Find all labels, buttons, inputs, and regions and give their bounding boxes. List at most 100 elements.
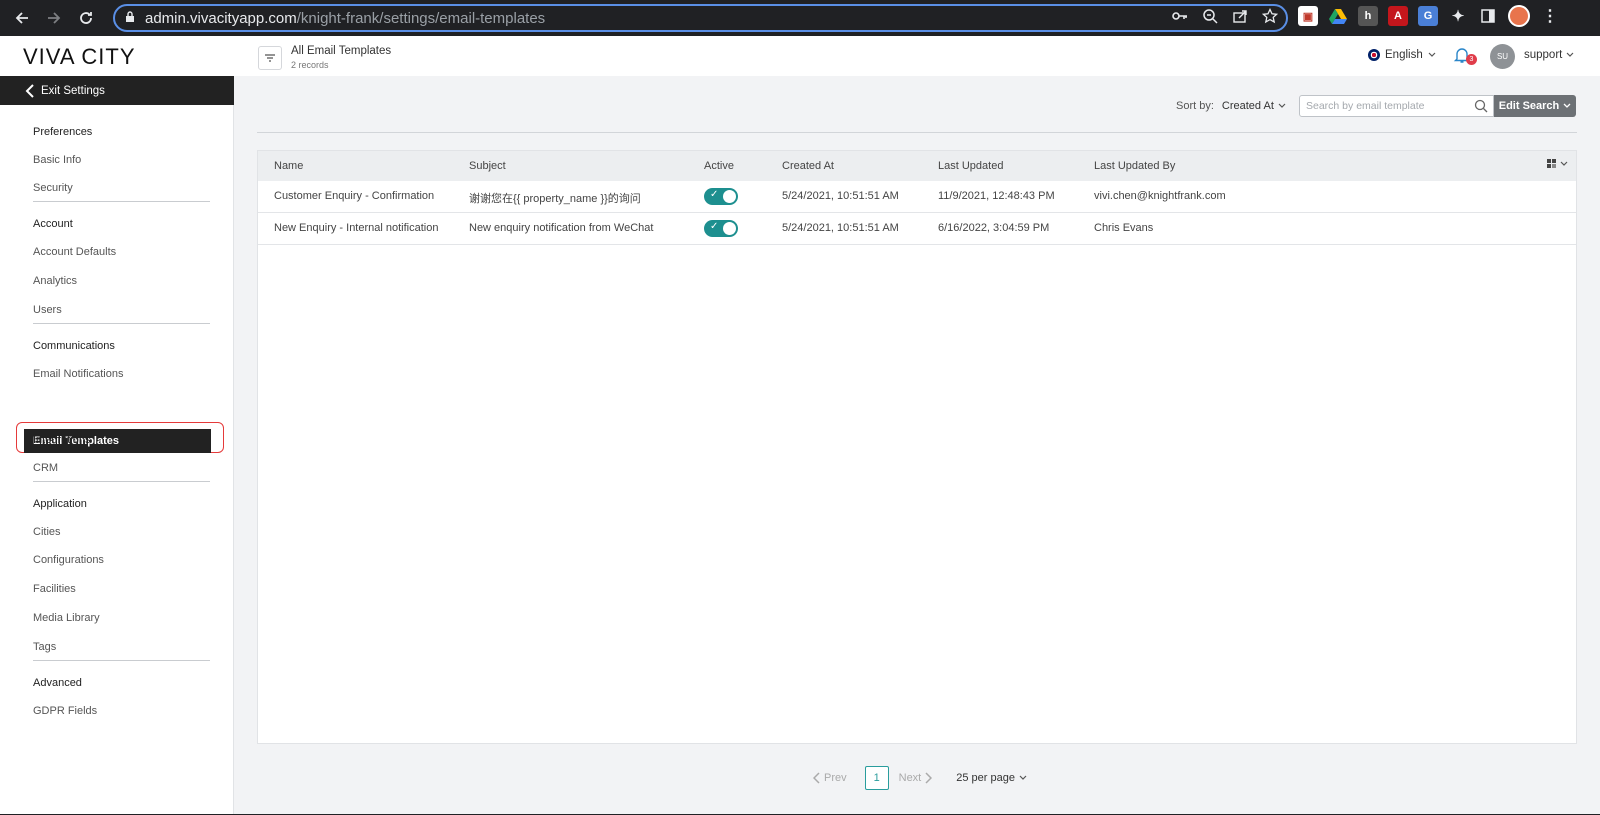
reload-icon[interactable] (70, 2, 102, 34)
key-icon[interactable] (1172, 9, 1188, 26)
share-icon[interactable] (1232, 8, 1248, 27)
pocket-extension-icon[interactable]: ▣ (1298, 6, 1318, 26)
per-page-dropdown[interactable]: 25 per page (956, 772, 1027, 784)
exit-settings-label: Exit Settings (41, 84, 105, 97)
column-header-subject[interactable]: Subject (469, 160, 506, 172)
sidebar-item-facilities[interactable]: Facilities (33, 583, 76, 595)
cell-name[interactable]: New Enquiry - Internal notification (274, 222, 438, 234)
column-header-name[interactable]: Name (274, 160, 303, 172)
app-header: VIVA CITY All Email Templates 2 records … (0, 36, 1600, 76)
column-settings-button[interactable] (1547, 159, 1568, 169)
check-icon: ✓ (710, 189, 719, 200)
cell-last-updated: 11/9/2021, 12:48:43 PM (938, 190, 1055, 202)
active-toggle[interactable]: ✓ (704, 220, 738, 237)
chevron-down-icon (1428, 52, 1436, 57)
cell-subject: New enquiry notification from WeChat (469, 222, 654, 234)
section-preferences: Preferences (33, 126, 93, 138)
sidebar-item-basic-info[interactable]: Basic Info (33, 154, 81, 166)
filter-button[interactable] (258, 46, 282, 70)
chevron-down-icon (1563, 103, 1571, 108)
cell-last-updated-by: vivi.chen@knightfrank.com (1094, 190, 1226, 202)
next-button[interactable]: Next (899, 772, 933, 784)
user-menu[interactable]: support (1524, 49, 1574, 61)
sidebar-item-gdpr-fields[interactable]: GDPR Fields (33, 705, 97, 717)
forward-icon[interactable] (38, 2, 70, 34)
zoom-icon[interactable] (1202, 8, 1218, 27)
active-toggle[interactable]: ✓ (704, 188, 738, 205)
table-row[interactable]: Customer Enquiry - Confirmation 谢谢您在{{ p… (258, 181, 1576, 213)
sidebar-item-crm[interactable]: CRM (33, 462, 58, 474)
divider (33, 481, 210, 482)
sidebar-item-users[interactable]: Users (33, 304, 62, 316)
cell-last-updated: 6/16/2022, 3:04:59 PM (938, 222, 1050, 234)
check-icon: ✓ (710, 221, 719, 232)
language-label: English (1385, 49, 1423, 61)
cell-created-at: 5/24/2021, 10:51:51 AM (782, 190, 899, 202)
cell-created-at: 5/24/2021, 10:51:51 AM (782, 222, 899, 234)
column-header-active[interactable]: Active (704, 160, 734, 172)
column-header-created-at[interactable]: Created At (782, 160, 834, 172)
sidebar-item-configurations[interactable]: Configurations (33, 554, 104, 566)
pagination: Prev 1 Next 25 per page (813, 766, 1027, 790)
drive-extension-icon[interactable] (1328, 6, 1348, 26)
chevron-down-icon (1278, 103, 1286, 108)
menu-dots-icon[interactable]: ⋮ (1540, 6, 1560, 26)
columns-icon (1547, 159, 1556, 168)
column-header-last-updated-by[interactable]: Last Updated By (1094, 160, 1175, 172)
sidebar-item-tags[interactable]: Tags (33, 641, 56, 653)
settings-sidebar: Exit Settings Preferences Basic Info Sec… (0, 76, 234, 814)
logo[interactable]: VIVA CITY (23, 44, 136, 70)
record-count: 2 records (291, 60, 329, 70)
sidebar-item-account-defaults[interactable]: Account Defaults (33, 246, 116, 258)
divider (33, 323, 210, 324)
profile-avatar-icon[interactable] (1508, 5, 1530, 27)
exit-settings-button[interactable]: Exit Settings (0, 76, 234, 105)
table-row[interactable]: New Enquiry - Internal notification New … (258, 213, 1576, 245)
next-label: Next (898, 772, 922, 784)
url-text: admin.vivacityapp.com/knight-frank/setti… (145, 9, 546, 27)
back-icon[interactable] (6, 2, 38, 34)
section-communications: Communications (33, 340, 115, 352)
email-templates-table: Name Subject Active Created At Last Upda… (257, 150, 1577, 744)
lock-icon (125, 10, 135, 26)
per-page-label: 25 per page (956, 772, 1015, 784)
puzzle-icon[interactable]: ✦ (1448, 6, 1468, 26)
sidebar-item-media-library[interactable]: Media Library (33, 612, 100, 624)
chevron-down-icon (1560, 161, 1568, 166)
prev-label: Prev (824, 772, 847, 784)
avatar[interactable]: SU (1490, 44, 1515, 69)
address-bar[interactable]: admin.vivacityapp.com/knight-frank/setti… (113, 4, 1288, 32)
edit-search-button[interactable]: Edit Search (1494, 95, 1576, 117)
language-selector[interactable]: English (1368, 49, 1436, 61)
bookmark-star-icon[interactable] (1261, 7, 1279, 27)
sidebar-item-email-notifications[interactable]: Email Notifications (33, 368, 123, 380)
page-title: All Email Templates (291, 45, 392, 57)
app-container: VIVA CITY All Email Templates 2 records … (0, 36, 1600, 814)
user-name-label: support (1524, 49, 1563, 61)
search-input[interactable] (1300, 96, 1465, 116)
prev-button[interactable]: Prev (813, 772, 847, 784)
sort-control[interactable]: Sort by: Created At (1176, 100, 1286, 112)
hubspot-extension-icon[interactable]: h (1358, 6, 1378, 26)
chevron-down-icon (1019, 775, 1027, 780)
sidebar-item-cities[interactable]: Cities (33, 526, 61, 538)
section-advanced: Advanced (33, 677, 82, 689)
sidebar-item-security[interactable]: Security (33, 182, 73, 194)
section-application: Application (33, 498, 87, 510)
divider (33, 201, 210, 202)
table-header: Name Subject Active Created At Last Upda… (258, 151, 1576, 181)
sidepanel-icon[interactable] (1478, 6, 1498, 26)
translate-extension-icon[interactable]: G (1418, 6, 1438, 26)
toggle-knob (723, 190, 736, 203)
chevron-down-icon (1566, 52, 1574, 57)
sidebar-item-analytics[interactable]: Analytics (33, 275, 77, 287)
column-header-last-updated[interactable]: Last Updated (938, 160, 1003, 172)
cell-name[interactable]: Customer Enquiry - Confirmation (274, 190, 434, 202)
pdf-extension-icon[interactable]: A (1388, 6, 1408, 26)
search-box (1299, 95, 1494, 117)
sort-value: Created At (1221, 100, 1274, 112)
page-number-button[interactable]: 1 (864, 766, 889, 790)
sort-dropdown[interactable]: Created At (1222, 100, 1286, 112)
search-icon[interactable] (1474, 99, 1488, 116)
toggle-knob (723, 222, 736, 235)
